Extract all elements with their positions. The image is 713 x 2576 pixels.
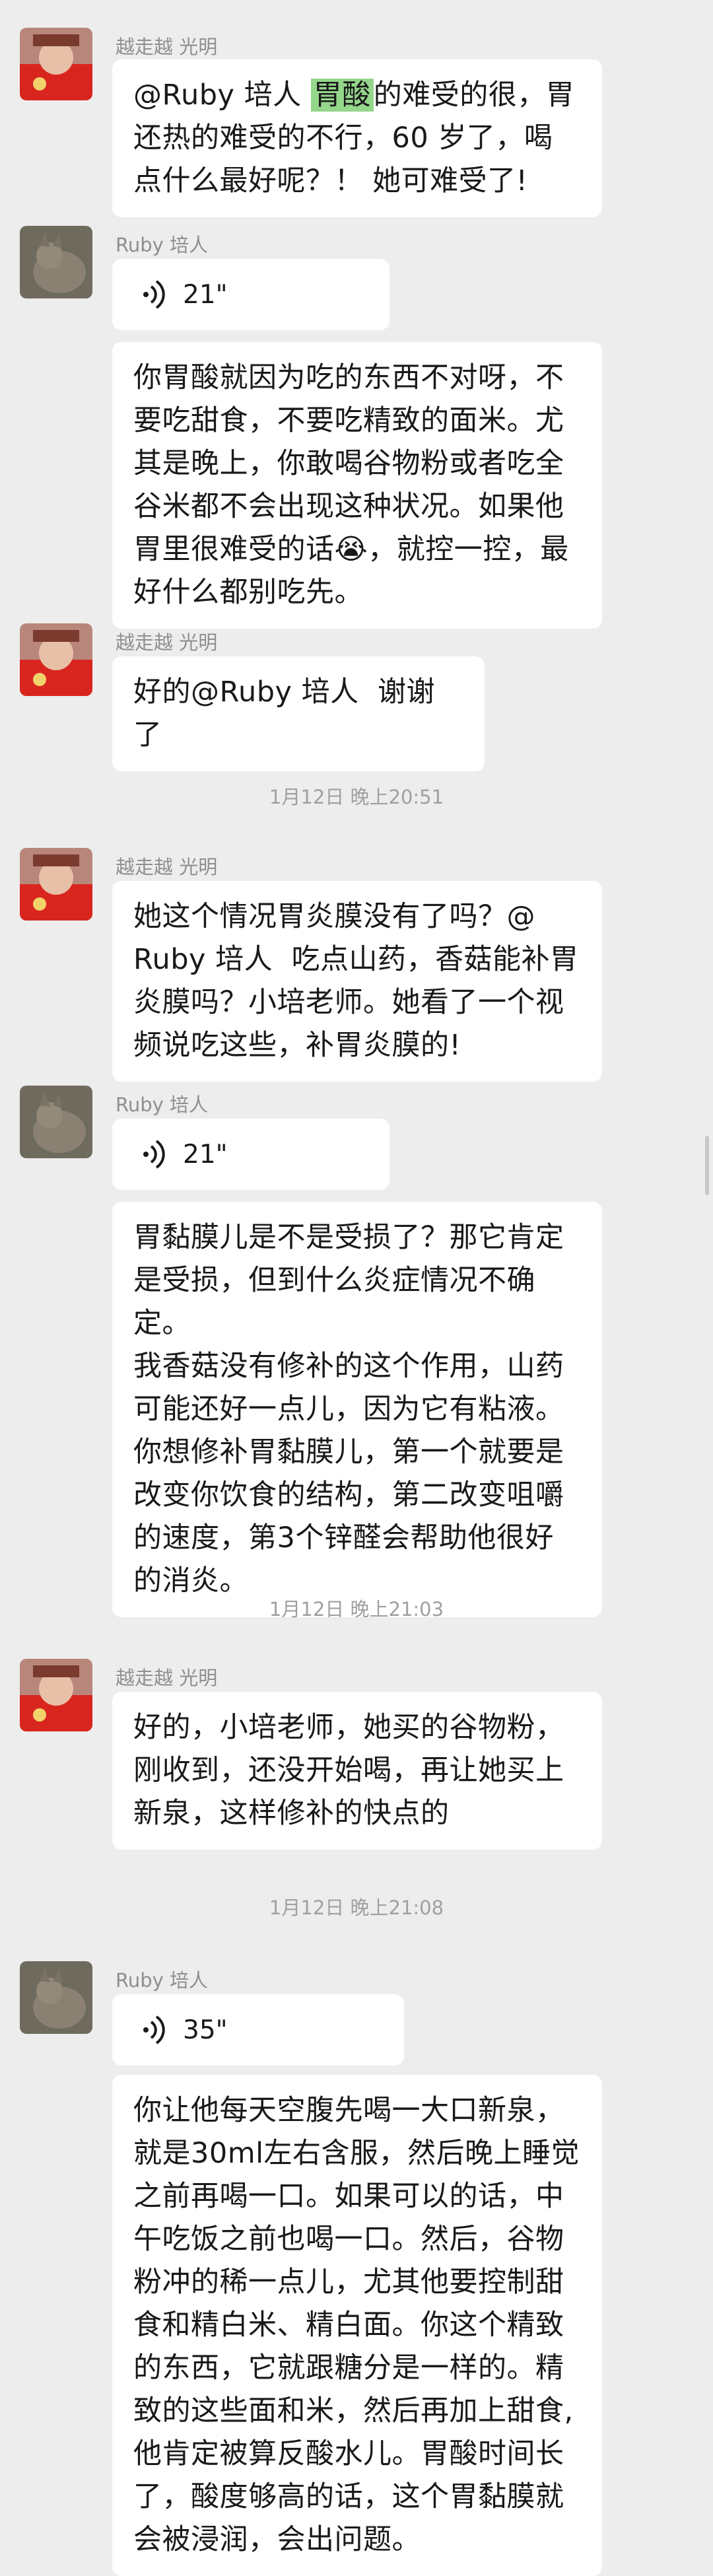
highlighted-keyword: 胃酸 (310, 79, 374, 112)
message-bubble[interactable]: 你胃酸就因为吃的东西不对呀，不 要吃甜食，不要吃精致的面米。尤 其是晚上，你敢喝… (112, 342, 602, 629)
voice-duration: 21" (183, 279, 228, 310)
voice-wave-icon (143, 1140, 165, 1169)
message-bubble[interactable]: 你让他每天空腹先喝一大口新泉， 就是30ml左右含服，然后晚上睡觉 之前再喝一口… (112, 2075, 602, 2576)
sender-name: 越走越 光明 (116, 856, 218, 878)
voice-duration: 21" (183, 1139, 228, 1169)
message-bubble[interactable]: 胃黏膜儿是不是受损了？那它肯定 是受损，但到什么炎症情况不确定。 我香菇没有修补… (112, 1202, 602, 1617)
voice-duration: 35" (183, 2015, 228, 2045)
timestamp: 1月12日 晚上20:51 (269, 786, 444, 808)
message-text: 你胃酸就因为吃的东西不对呀，不 要吃甜食，不要吃精致的面米。尤 其是晚上，你敢喝… (133, 361, 569, 609)
sender-name: Ruby 培人 (116, 1094, 209, 1116)
sender-name: Ruby 培人 (116, 234, 209, 256)
sender-name: 越走越 光明 (116, 631, 218, 654)
avatar-ruby[interactable] (20, 1086, 92, 1158)
avatar-ruby[interactable] (20, 1961, 92, 2034)
timestamp: 1月12日 晚上21:03 (269, 1598, 444, 1620)
message-bubble[interactable]: 好的@Ruby 培人 谢谢了 (112, 656, 485, 771)
message-bubble[interactable]: 她这个情况胃炎膜没有了吗？@ Ruby 培人 吃点山药，香菇能补胃 炎膜吗？小培… (112, 881, 602, 1082)
voice-wave-icon (143, 2015, 165, 2044)
voice-message[interactable]: 35" (112, 1994, 404, 2066)
message-text: 好的@Ruby 培人 谢谢了 (133, 676, 435, 751)
voice-message[interactable]: 21" (112, 259, 390, 330)
sender-name: 越走越 光明 (116, 36, 218, 58)
timestamp: 1月12日 晚上21:08 (269, 1897, 444, 1919)
sender-name: 越走越 光明 (116, 1667, 218, 1689)
message-text: 胃黏膜儿是不是受损了？那它肯定 是受损，但到什么炎症情况不确定。 我香菇没有修补… (133, 1221, 564, 1597)
avatar-yue[interactable] (20, 28, 92, 100)
message-text: @Ruby 培人 (133, 79, 311, 112)
avatar-yue[interactable] (20, 2550, 92, 2558)
message-bubble[interactable]: 好的，小培老师，她买的谷物粉， 刚收到，还没开始喝，再让她买上 新泉，这样修补的… (112, 1692, 602, 1850)
voice-wave-icon (143, 280, 165, 309)
avatar-ruby[interactable] (20, 226, 92, 298)
message-bubble[interactable]: @Ruby 培人 胃酸的难受的很，胃 还热的难受的不行，60 岁了，喝 点什么最… (112, 59, 602, 217)
sender-name: Ruby 培人 (116, 1969, 209, 1992)
avatar-yue[interactable] (20, 848, 92, 921)
message-text: 好的，小培老师，她买的谷物粉， 刚收到，还没开始喝，再让她买上 新泉，这样修补的… (133, 1711, 564, 1830)
voice-message[interactable]: 21" (112, 1119, 390, 1190)
scrollbar[interactable] (705, 1136, 709, 1195)
message-text: 你让他每天空腹先喝一大口新泉， 就是30ml左右含服，然后晚上睡觉 之前再喝一口… (133, 2094, 580, 2556)
avatar-yue[interactable] (20, 623, 92, 696)
message-text: 她这个情况胃炎膜没有了吗？@ Ruby 培人 吃点山药，香菇能补胃 炎膜吗？小培… (133, 900, 579, 1062)
avatar-yue[interactable] (20, 1659, 92, 1731)
